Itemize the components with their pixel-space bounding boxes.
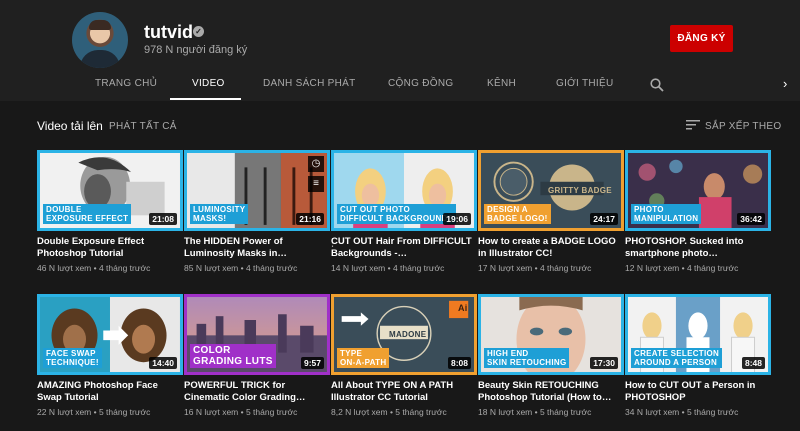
video-duration: 21:16 [296, 213, 324, 225]
clock-icon[interactable]: ◷ [308, 156, 324, 172]
thumbnail-badge: DOUBLE EXPOSURE EFFECT [43, 204, 132, 224]
video-thumbnail[interactable]: FACE SWAP TECHNIQUE! 14:40 [37, 294, 183, 375]
sort-icon[interactable] [686, 120, 700, 130]
add-to-queue-icon[interactable]: ≡ [308, 176, 324, 192]
tab-channels[interactable]: KÊNH [487, 78, 516, 89]
video-title[interactable]: Double Exposure Effect Photoshop Tutoria… [37, 236, 183, 259]
avatar-hair [89, 20, 111, 30]
video-card[interactable]: LUMINOSITY MASKS! ◷ ≡ 21:16 ⋮ The HIDDEN… [184, 150, 338, 273]
thumbnail-badge: LUMINOSITY MASKS! [190, 204, 249, 224]
video-card[interactable]: DOUBLE EXPOSURE EFFECT 21:08 Double Expo… [37, 150, 183, 273]
chevron-right-icon[interactable]: › [783, 76, 787, 91]
video-duration: 9:57 [300, 357, 324, 369]
video-title[interactable]: How to create a BADGE LOGO in Illustrato… [478, 236, 624, 259]
channel-name[interactable]: tutvid [144, 22, 193, 43]
video-duration: 14:40 [149, 357, 177, 369]
channel-header: tutvid ✓ 978 N người đăng ký ĐĂNG KÝ TRA… [0, 0, 800, 101]
thumbnail-badge: CREATE SELECTION AROUND A PERSON [631, 348, 723, 368]
tab-community[interactable]: CỘNG ĐỒNG [388, 78, 453, 89]
thumbnail-badge: TYPE ON-A-PATH [337, 348, 390, 368]
video-meta: 14 N lượt xem • 4 tháng trước [331, 263, 445, 273]
video-card[interactable]: COLOR GRADING LUTS 9:57 POWERFUL TRICK f… [184, 294, 330, 417]
thumbnail-badge: COLOR GRADING LUTS [190, 344, 276, 368]
video-thumbnail[interactable]: Ai MADONE TYPE ON-A-PATH 8:08 [331, 294, 477, 375]
video-title[interactable]: Beauty Skin RETOUCHING Photoshop Tutoria… [478, 380, 624, 403]
video-title[interactable]: CUT OUT Hair From DIFFICULT Backgrounds … [331, 236, 477, 259]
video-thumbnail[interactable]: CREATE SELECTION AROUND A PERSON 8:48 [625, 294, 771, 375]
video-duration: 36:42 [737, 213, 765, 225]
video-title[interactable]: POWERFUL TRICK for Cinematic Color Gradi… [184, 380, 330, 403]
video-thumbnail[interactable]: PHOTO MANIPULATION 36:42 [625, 150, 771, 231]
video-card[interactable]: PHOTO MANIPULATION 36:42 PHOTOSHOP. Suck… [625, 150, 771, 273]
tab-videos[interactable]: VIDEO [192, 78, 225, 89]
channel-tabs: TRANG CHỦ VIDEO DANH SÁCH PHÁT CỘNG ĐỒNG… [0, 72, 800, 101]
video-thumbnail[interactable]: CUT OUT PHOTO DIFFICULT BACKGROUNDS 19:0… [331, 150, 477, 231]
verified-check-icon: ✓ [193, 26, 204, 37]
video-meta: 17 N lượt xem • 4 tháng trước [478, 263, 592, 273]
video-meta: 46 N lượt xem • 4 tháng trước [37, 263, 151, 273]
video-card[interactable]: GRITTY BADGE DESIGN A BADGE LOGO! 24:17 … [478, 150, 624, 273]
video-thumbnail[interactable]: GRITTY BADGE DESIGN A BADGE LOGO! 24:17 [478, 150, 624, 231]
video-card[interactable]: FACE SWAP TECHNIQUE! 14:40 AMAZING Photo… [37, 294, 183, 417]
subscribe-button[interactable]: ĐĂNG KÝ [670, 25, 733, 52]
active-tab-indicator [170, 98, 241, 100]
video-card[interactable]: HIGH END SKIN RETOUCHING 17:30 Beauty Sk… [478, 294, 624, 417]
tab-home[interactable]: TRANG CHỦ [95, 78, 157, 89]
thumbnail-badge: HIGH END SKIN RETOUCHING [484, 348, 570, 368]
tab-playlists[interactable]: DANH SÁCH PHÁT [263, 78, 356, 89]
sort-button[interactable]: SẮP XẾP THEO [705, 121, 781, 132]
thumbnail-badge: PHOTO MANIPULATION [631, 204, 702, 224]
search-icon[interactable] [650, 78, 664, 92]
video-meta: 22 N lượt xem • 5 tháng trước [37, 407, 151, 417]
video-title[interactable]: PHOTOSHOP. Sucked into smartphone photo… [625, 236, 771, 259]
video-duration: 24:17 [590, 213, 618, 225]
video-card[interactable]: Ai MADONE TYPE ON-A-PATH 8:08 All About … [331, 294, 477, 417]
video-thumbnail[interactable]: HIGH END SKIN RETOUCHING 17:30 [478, 294, 624, 375]
video-duration: 8:08 [447, 357, 471, 369]
video-meta: 18 N lượt xem • 5 tháng trước [478, 407, 592, 417]
video-thumbnail[interactable]: LUMINOSITY MASKS! ◷ ≡ 21:16 [184, 150, 330, 231]
video-card[interactable]: CUT OUT PHOTO DIFFICULT BACKGROUNDS 19:0… [331, 150, 477, 273]
thumbnail-art-text: GRITTY BADGE [548, 186, 612, 195]
section-title: Video tải lên [37, 119, 103, 133]
video-meta: 12 N lượt xem • 4 tháng trước [625, 263, 739, 273]
play-all-button[interactable]: PHÁT TẤT CẢ [109, 121, 177, 132]
video-duration: 8:48 [741, 357, 765, 369]
video-meta: 34 N lượt xem • 5 tháng trước [625, 407, 739, 417]
video-thumbnail[interactable]: DOUBLE EXPOSURE EFFECT 21:08 [37, 150, 183, 231]
avatar-shirt [80, 50, 120, 68]
video-title[interactable]: The HIDDEN Power of Luminosity Masks in… [184, 236, 330, 259]
hover-actions: ◷ ≡ [308, 156, 324, 196]
video-title[interactable]: AMAZING Photoshop Face Swap Tutorial [37, 380, 183, 403]
video-meta: 8,2 N lượt xem • 5 tháng trước [331, 407, 447, 417]
subscriber-count: 978 N người đăng ký [144, 44, 248, 56]
video-duration: 19:06 [443, 213, 471, 225]
thumbnail-badge: DESIGN A BADGE LOGO! [484, 204, 551, 224]
video-card[interactable]: CREATE SELECTION AROUND A PERSON 8:48 Ho… [625, 294, 771, 417]
video-title[interactable]: All About TYPE ON A PATH Illustrator CC … [331, 380, 477, 403]
video-duration: 21:08 [149, 213, 177, 225]
video-meta: 16 N lượt xem • 5 tháng trước [184, 407, 298, 417]
video-thumbnail[interactable]: COLOR GRADING LUTS 9:57 [184, 294, 330, 375]
video-duration: 17:30 [590, 357, 618, 369]
channel-avatar[interactable] [72, 12, 128, 68]
video-meta: 85 N lượt xem • 4 tháng trước [184, 263, 298, 273]
thumbnail-art-text: MADONE [389, 330, 427, 339]
thumbnail-badge: CUT OUT PHOTO DIFFICULT BACKGROUNDS [337, 204, 457, 224]
thumbnail-badge: FACE SWAP TECHNIQUE! [43, 348, 102, 368]
tab-about[interactable]: GIỚI THIỆU [556, 78, 614, 89]
video-title[interactable]: How to CUT OUT a Person in PHOTOSHOP [625, 380, 771, 403]
illustrator-icon: Ai [458, 303, 468, 313]
